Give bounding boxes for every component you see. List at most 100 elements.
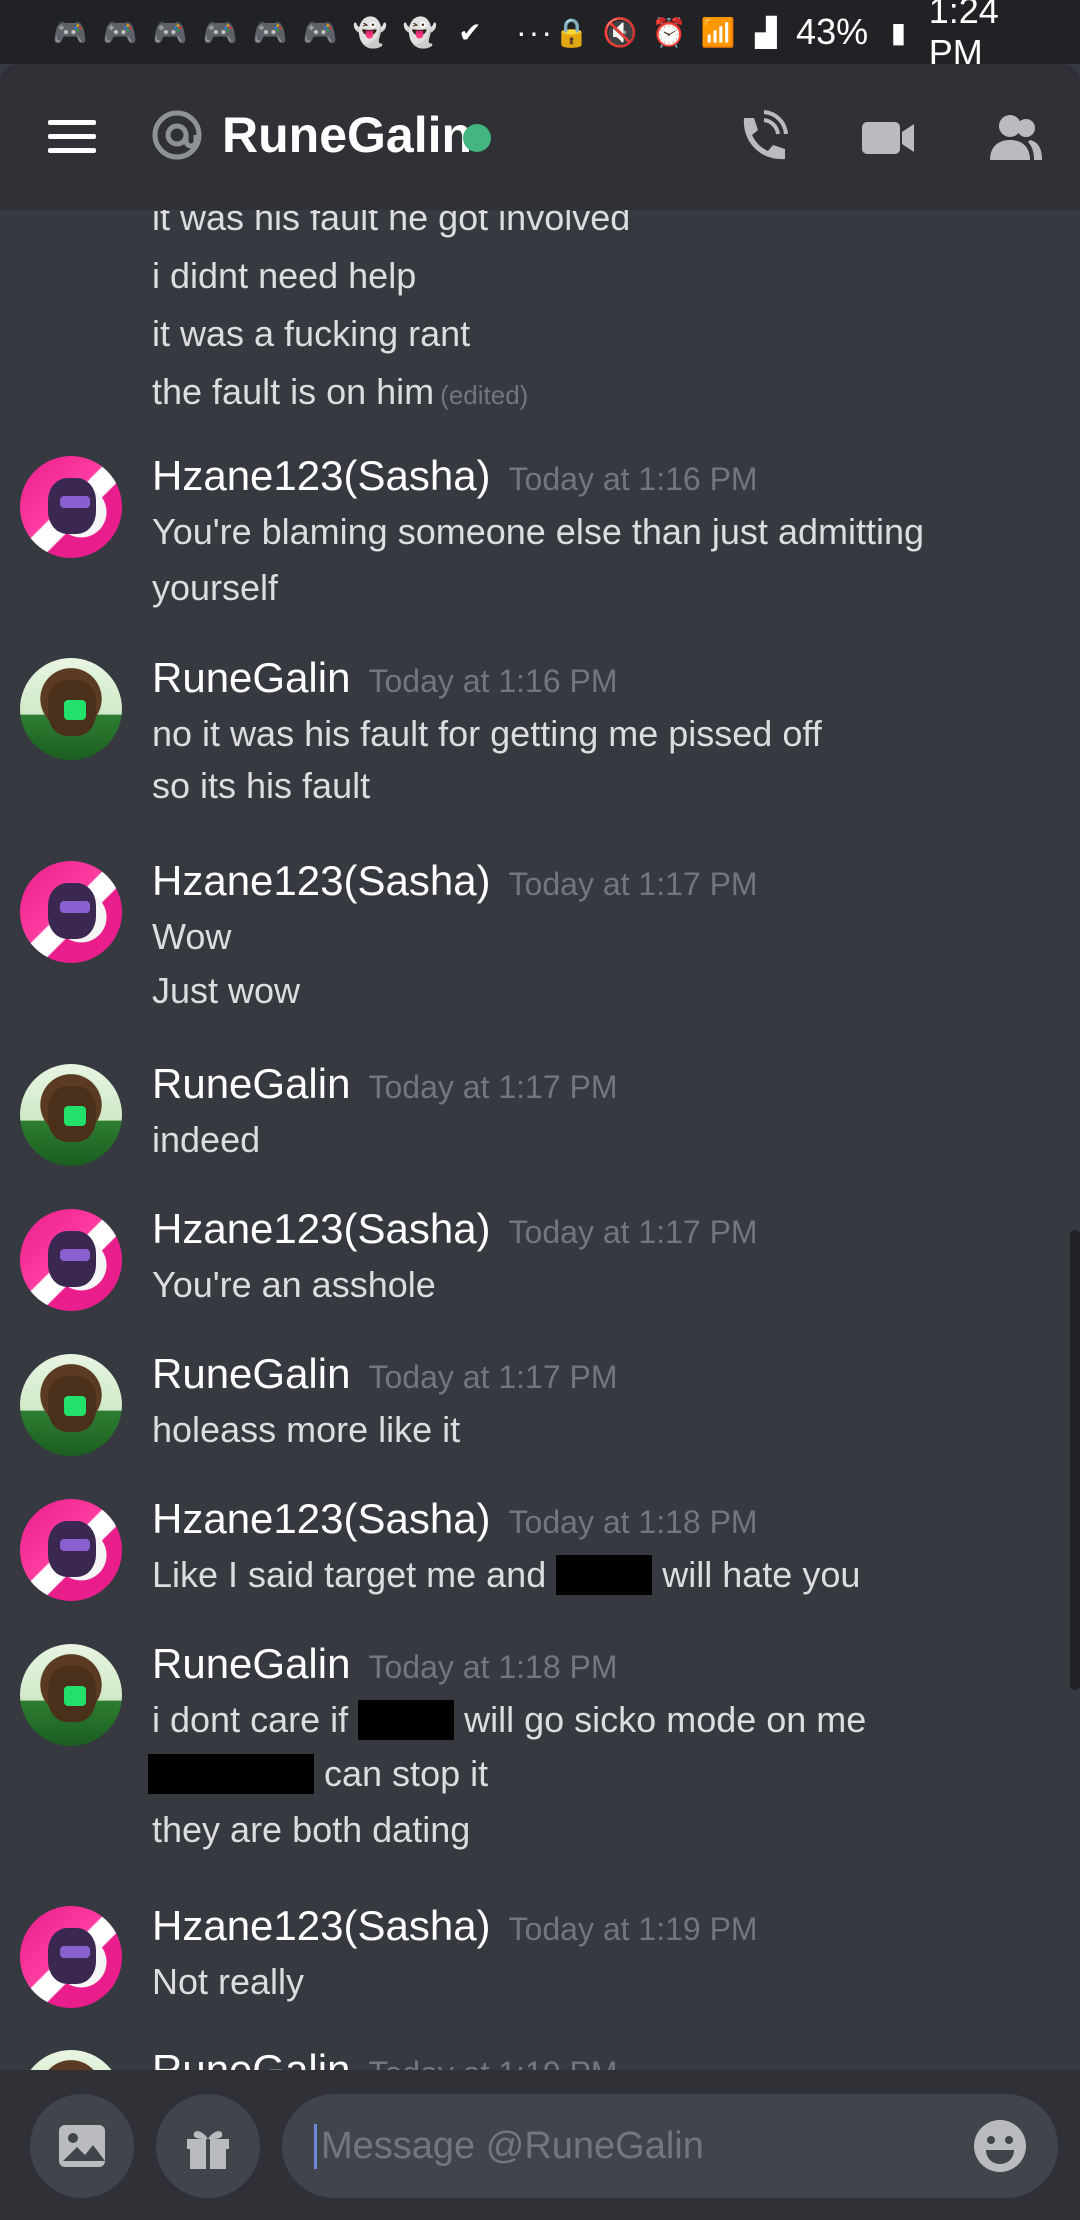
message-line: i dont care if will go sicko mode on me (152, 1698, 1032, 1752)
message-continuation: it was his fault he got involved i didnt… (152, 210, 1032, 428)
page-title: RuneGalin (222, 107, 473, 163)
composer-bar (0, 2070, 1080, 2220)
mute-icon: 🔇 (602, 16, 638, 48)
message-line: so its his fault (152, 765, 371, 806)
voice-call-button[interactable] (730, 108, 790, 168)
username[interactable]: Hzane123(Sasha) (152, 1205, 491, 1253)
message-line: Just wow (152, 970, 301, 1011)
message-line: yourself (152, 567, 279, 608)
message-line: it was his fault he got involved (152, 210, 631, 238)
message-text: can stop it (324, 1753, 489, 1794)
message-line: can stop it (148, 1752, 1032, 1808)
alarm-icon: ⏰ (651, 16, 687, 48)
discord-notification-icon: 🎮 (102, 16, 138, 48)
image-icon (59, 2125, 105, 2167)
redaction-block (148, 1754, 314, 1794)
message-text: Like I said target me and (152, 1554, 547, 1595)
username[interactable]: Hzane123(Sasha) (152, 1495, 491, 1543)
message-line: Not really (152, 1961, 305, 2002)
message-input-container (282, 2094, 1058, 2198)
wifi-icon: 📶 (700, 16, 736, 48)
notification-icons: 🎮 🎮 🎮 🎮 🎮 🎮 👻 👻 ✔ ··· (52, 14, 554, 51)
members-icon (990, 115, 1042, 160)
avatar[interactable] (20, 1644, 122, 1746)
username[interactable]: RuneGalin (152, 654, 350, 702)
gift-button[interactable] (156, 2094, 260, 2198)
clock: 1:24 PM (928, 0, 999, 73)
channel-header: RuneGalin (0, 64, 1080, 210)
image-upload-button[interactable] (30, 2094, 134, 2198)
status-bar: 🎮 🎮 🎮 🎮 🎮 🎮 👻 👻 ✔ ··· 🔒 🔇 ⏰ 📶 ▟ 43% ▮ 1:… (0, 0, 1080, 73)
message-line: You're blaming someone else than just ad… (152, 511, 925, 552)
discord-notification-icon: 🎮 (302, 16, 338, 48)
lock-icon: 🔒 (553, 16, 589, 48)
avatar[interactable] (20, 1499, 122, 1601)
discord-notification-icon: 🎮 (202, 16, 238, 48)
timestamp: Today at 1:17 PM (368, 1069, 618, 1105)
avatar[interactable] (20, 456, 122, 558)
timestamp: Today at 1:16 PM (368, 663, 618, 699)
message-line: i didnt need help (152, 255, 417, 296)
message-line: they are both dating (152, 1809, 471, 1850)
check-icon: ✔ (458, 16, 482, 48)
timestamp: Today at 1:18 PM (508, 1504, 758, 1540)
snapchat-icon: 👻 (402, 16, 438, 48)
redaction-block (556, 1555, 653, 1595)
timestamp: Today at 1:18 PM (368, 1649, 618, 1685)
battery-percent: 43% (796, 11, 869, 52)
edited-label: (edited) (440, 380, 529, 410)
member-list-button[interactable] (984, 108, 1044, 168)
more-notifications-icon: ··· (516, 13, 554, 50)
scrollbar[interactable] (1070, 1230, 1080, 1690)
message-line: holeass more like it (152, 1409, 461, 1450)
message-line: indeed (152, 1119, 261, 1160)
timestamp: Today at 1:17 PM (368, 1359, 618, 1395)
avatar[interactable] (20, 861, 122, 963)
discord-notification-icon: 🎮 (152, 16, 188, 48)
username[interactable]: Hzane123(Sasha) (152, 1902, 491, 1950)
timestamp: Today at 1:17 PM (508, 866, 758, 902)
timestamp: Today at 1:17 PM (508, 1214, 758, 1250)
avatar[interactable] (20, 1906, 122, 2008)
username[interactable]: RuneGalin (152, 2046, 350, 2070)
discord-notification-icon: 🎮 (52, 16, 88, 48)
avatar[interactable] (20, 1064, 122, 1166)
phone-icon (743, 110, 788, 160)
username[interactable]: RuneGalin (152, 1060, 350, 1108)
message-line: Like I said target me and will hate you (152, 1553, 1032, 1597)
discord-notification-icon: 🎮 (252, 16, 288, 48)
avatar[interactable] (20, 2050, 122, 2070)
message-text: i dont care if (152, 1699, 349, 1740)
username[interactable]: RuneGalin (152, 1350, 350, 1398)
message-text: will go sicko mode on me (464, 1699, 867, 1740)
avatar[interactable] (20, 1354, 122, 1456)
message-list[interactable]: it was his fault he got involved i didnt… (0, 210, 1080, 2070)
timestamp: Today at 1:19 PM (368, 2055, 617, 2070)
message-line: Wow (152, 916, 232, 957)
message-line: no it was his fault for getting me pisse… (152, 713, 822, 754)
timestamp: Today at 1:19 PM (508, 1911, 758, 1947)
redaction-block (358, 1700, 455, 1740)
gift-icon (187, 2131, 229, 2169)
menu-icon[interactable] (48, 120, 96, 154)
avatar[interactable] (20, 658, 122, 760)
message-text: the fault is on him (152, 371, 435, 412)
timestamp: Today at 1:16 PM (508, 461, 758, 497)
username[interactable]: RuneGalin (152, 1640, 350, 1688)
username[interactable]: Hzane123(Sasha) (152, 857, 491, 905)
signal-icon: ▟ (754, 16, 777, 48)
message-text: will hate you (662, 1554, 861, 1595)
video-camera-icon (862, 122, 914, 154)
video-call-button[interactable] (858, 108, 918, 168)
battery-icon: ▮ (890, 16, 907, 48)
online-status-indicator (463, 124, 491, 152)
system-icons: 🔒 🔇 ⏰ 📶 ▟ 43% ▮ 1:24 PM (554, 0, 1050, 74)
message-line: the fault is on him (edited) (152, 370, 1032, 428)
avatar[interactable] (20, 1209, 122, 1311)
username[interactable]: Hzane123(Sasha) (152, 452, 491, 500)
message-input[interactable] (314, 2123, 923, 2169)
snapchat-icon: 👻 (352, 16, 388, 48)
message-line: You're an asshole (152, 1264, 436, 1305)
at-sign-icon (152, 110, 202, 160)
emoji-icon[interactable] (972, 2118, 1028, 2174)
